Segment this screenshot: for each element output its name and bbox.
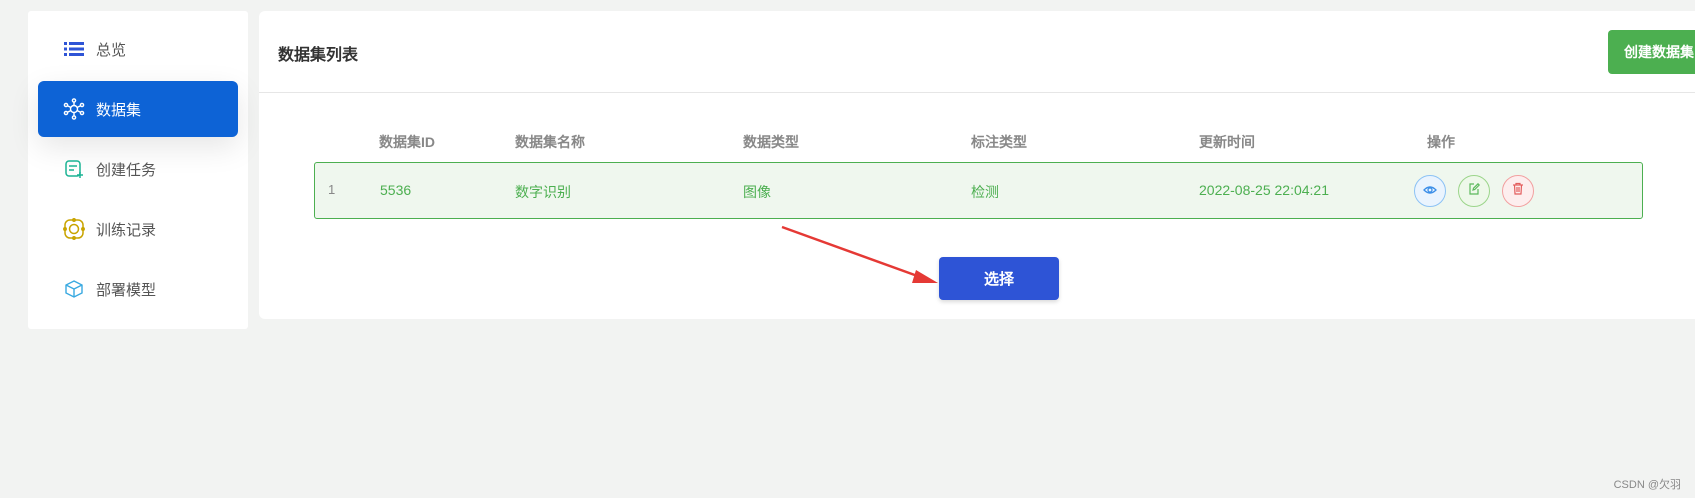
- dataset-network-icon: [62, 97, 86, 121]
- sidebar-item-label: 总览: [96, 41, 127, 59]
- sidebar-item-label: 创建任务: [96, 161, 157, 179]
- column-header-id: 数据集ID: [379, 134, 435, 150]
- sidebar-item-label: 数据集: [96, 101, 142, 119]
- sidebar-item-training-record[interactable]: 训练记录: [38, 201, 238, 257]
- dataset-name: 数字识别: [515, 184, 571, 200]
- view-button[interactable]: [1414, 175, 1446, 207]
- column-header-name: 数据集名称: [515, 134, 585, 150]
- dataset-id: 5536: [380, 182, 412, 198]
- deploy-cube-icon: [62, 277, 86, 301]
- sidebar-item-overview[interactable]: 总览: [38, 21, 238, 77]
- table-row[interactable]: 1 5536 数字识别 图像 检测 2022-08-25 22:04:21: [314, 162, 1643, 219]
- sidebar-item-create-task[interactable]: 创建任务: [38, 141, 238, 197]
- sidebar-item-deploy-model[interactable]: 部署模型: [38, 261, 238, 317]
- delete-button[interactable]: [1502, 175, 1534, 207]
- edit-icon: [1468, 182, 1481, 200]
- updated-time: 2022-08-25 22:04:21: [1199, 182, 1329, 198]
- sidebar-item-label: 训练记录: [96, 221, 157, 239]
- column-header-label-type: 标注类型: [971, 134, 1027, 150]
- column-header-actions: 操作: [1427, 134, 1455, 150]
- select-button[interactable]: 选择: [939, 257, 1059, 300]
- row-index: 1: [328, 182, 336, 197]
- training-record-icon: [62, 217, 86, 241]
- panel-header: 数据集列表 创建数据集: [259, 11, 1695, 93]
- edit-button[interactable]: [1458, 175, 1490, 207]
- page-title: 数据集列表: [278, 47, 359, 64]
- sidebar-item-dataset[interactable]: 数据集: [38, 81, 238, 137]
- list-icon: [62, 37, 86, 61]
- watermark: CSDN @欠羽: [1613, 479, 1681, 491]
- create-task-icon: [62, 157, 86, 181]
- data-type: 图像: [743, 184, 771, 200]
- eye-icon: [1423, 182, 1437, 200]
- annotation-arrow: [781, 225, 938, 283]
- label-type: 检测: [971, 184, 999, 200]
- delete-icon: [1512, 182, 1524, 200]
- sidebar-item-label: 部署模型: [96, 281, 157, 299]
- create-dataset-button[interactable]: 创建数据集: [1608, 30, 1695, 74]
- column-header-updated: 更新时间: [1199, 134, 1255, 150]
- column-header-data-type: 数据类型: [743, 134, 799, 150]
- sidebar: 总览 数据集 创建任务 训练记录 部署模型: [28, 11, 248, 329]
